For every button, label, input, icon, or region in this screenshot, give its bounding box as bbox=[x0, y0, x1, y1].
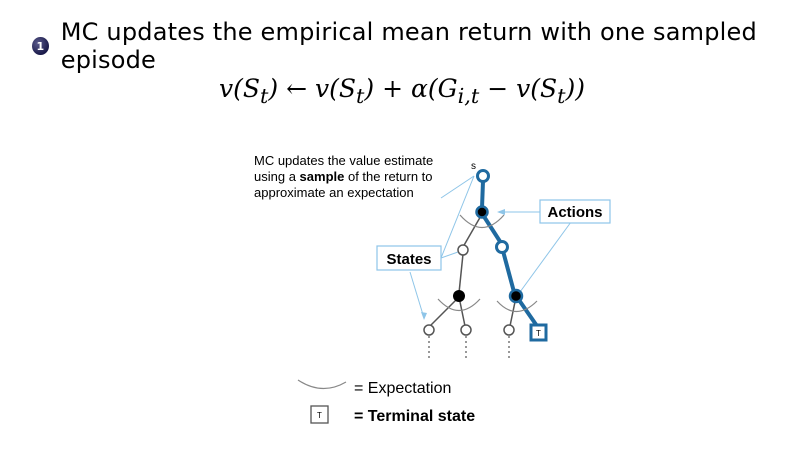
leaf-state-node-3 bbox=[503, 324, 515, 336]
caption-line-1: MC updates the value estimate bbox=[254, 153, 433, 168]
states-arrowhead bbox=[421, 312, 427, 320]
tree-edges bbox=[429, 213, 517, 327]
states-callout-line-root bbox=[440, 175, 475, 259]
caption-line-2: using a sample of the return to bbox=[254, 169, 433, 184]
caption-line-3: approximate an expectation bbox=[254, 185, 414, 200]
terminal-node-label: T bbox=[536, 329, 541, 338]
legend-terminal-text: = Terminal state bbox=[354, 408, 475, 425]
path-root-to-action bbox=[480, 179, 485, 210]
states-label: States bbox=[386, 251, 431, 268]
caption-line-2c: of the return to bbox=[344, 169, 432, 184]
actions-label: Actions bbox=[547, 204, 602, 221]
legend-expectation-text: = Expectation bbox=[354, 380, 451, 397]
action-node-sampled bbox=[508, 288, 524, 304]
root-state-node bbox=[476, 169, 490, 183]
edge-to-leaf-1 bbox=[429, 296, 460, 327]
path-state-to-action bbox=[501, 249, 516, 294]
legend-terminal-box-label: T bbox=[317, 411, 322, 420]
states-callout-line-leaf bbox=[409, 271, 425, 319]
action-node-left bbox=[453, 290, 465, 302]
caption-line-2a: using a bbox=[254, 169, 300, 184]
actions-callout-line-bottom bbox=[519, 221, 572, 293]
path-action-to-state bbox=[481, 213, 503, 245]
sampled-path bbox=[480, 179, 539, 328]
legend-expectation-arc bbox=[297, 379, 347, 390]
state-node-sampled bbox=[495, 240, 509, 254]
root-label: s bbox=[471, 161, 476, 172]
caption-sample-word: sample bbox=[300, 169, 345, 184]
state-node-left bbox=[457, 244, 469, 256]
leaf-continuations bbox=[428, 336, 510, 358]
edge-action-to-left-state bbox=[462, 213, 483, 248]
leaf-state-node-2 bbox=[460, 324, 472, 336]
edge-left-state-to-action bbox=[458, 253, 464, 294]
action-node-top bbox=[475, 205, 489, 219]
backup-tree-diagram: MC updates the value estimate using a sa… bbox=[254, 153, 611, 425]
leaf-state-node-1 bbox=[423, 324, 435, 336]
actions-arrowhead bbox=[497, 209, 505, 215]
